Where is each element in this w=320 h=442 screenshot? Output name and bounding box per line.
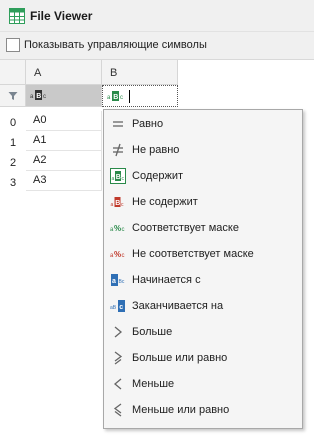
svg-text:aB: aB [110,305,117,311]
svg-text:c: c [120,95,123,101]
table-cell[interactable]: A0 [26,111,102,131]
cell-value: A3 [33,174,47,186]
column-header-label: A [34,67,42,79]
greater-or-equal-icon [110,350,126,366]
svg-text:%: % [114,250,121,259]
svg-text:B: B [36,93,41,100]
svg-text:a: a [111,202,114,208]
svg-text:Bc: Bc [119,279,125,285]
toolbar: Показывать управляющие символы [0,32,314,60]
contains-condition-icon[interactable]: a B c [30,90,48,103]
menu-item-not-like[interactable]: a% c Не соответствует маске [104,241,302,267]
filter-condition-menu: Равно Не равно aBc Содержит aBc Не содер… [103,109,303,429]
svg-text:a: a [112,176,115,182]
contains-icon: aBc [110,168,126,184]
less-icon [110,376,126,392]
show-control-chars-checkbox[interactable] [6,38,20,52]
svg-text:B: B [113,94,118,101]
svg-text:c: c [119,304,123,311]
menu-item-label: Меньше [132,378,175,390]
menu-item-equals[interactable]: Равно [104,111,302,137]
cell-value: A1 [33,134,47,146]
title-bar: File Viewer [0,0,314,32]
menu-item-greater[interactable]: Больше [104,319,302,345]
begins-with-icon: a Bc [110,272,126,288]
svg-text:a: a [30,94,34,100]
menu-item-greater-or-equal[interactable]: Больше или равно [104,345,302,371]
menu-item-ends-with[interactable]: aB c Заканчивается на [104,293,302,319]
filter-cell-b[interactable]: a B c [102,85,178,107]
column-header-b[interactable]: B [102,60,178,85]
svg-text:a: a [112,278,116,285]
svg-text:a: a [107,95,111,101]
contains-condition-icon[interactable]: a B c [107,91,125,104]
menu-item-not-contains[interactable]: aBc Не содержит [104,189,302,215]
like-icon: a% c [110,220,126,236]
menu-item-label: Содержит [132,170,184,182]
row-number: 2 [10,157,17,169]
column-header-a[interactable]: A [26,60,102,85]
filter-row-header [0,85,26,107]
menu-item-label: Больше или равно [132,352,228,364]
cell-value: A2 [33,154,47,166]
funnel-icon [8,92,18,100]
menu-item-label: Не соответствует маске [132,248,254,260]
menu-item-label: Равно [132,118,164,130]
equals-icon [110,116,126,132]
table-cell[interactable]: A3 [26,171,102,191]
menu-item-label: Больше [132,326,173,338]
window-title: File Viewer [30,9,93,23]
table-app-icon [9,8,25,24]
table-cell[interactable]: A2 [26,151,102,171]
greater-icon [110,324,126,340]
menu-item-not-equal[interactable]: Не равно [104,137,302,163]
svg-text:B: B [116,174,121,181]
menu-item-less[interactable]: Меньше [104,371,302,397]
table-cell[interactable]: A1 [26,131,102,151]
menu-item-label: Заканчивается на [132,300,224,312]
row-number: 0 [10,117,17,129]
svg-text:%: % [114,224,121,233]
svg-text:c: c [122,253,125,259]
column-header-label: B [110,67,118,79]
row-number-header[interactable] [0,60,26,85]
svg-text:B: B [115,200,120,207]
menu-item-label: Начинается с [132,274,201,286]
svg-text:c: c [122,227,125,233]
menu-item-like[interactable]: a% c Соответствует маске [104,215,302,241]
row-number: 3 [10,177,17,189]
menu-item-begins-with[interactable]: a Bc Начинается с [104,267,302,293]
row-number: 1 [10,137,17,149]
menu-item-label: Меньше или равно [132,404,230,416]
not-contains-icon: aBc [110,194,126,210]
less-or-equal-icon [110,402,126,418]
svg-text:c: c [121,202,124,208]
menu-item-label: Не равно [132,144,180,156]
menu-item-contains[interactable]: aBc Содержит [104,163,302,189]
text-caret [129,90,130,103]
not-like-icon: a% c [110,246,126,262]
menu-item-less-or-equal[interactable]: Меньше или равно [104,397,302,423]
menu-item-label: Не содержит [132,196,198,208]
svg-text:c: c [43,94,46,100]
not-equal-icon [110,142,126,158]
filter-row: a B c a B c [0,85,178,107]
menu-item-label: Соответствует маске [132,222,239,234]
filter-cell-a[interactable]: a B c [26,85,102,107]
show-control-chars-label[interactable]: Показывать управляющие символы [24,39,207,51]
ends-with-icon: aB c [110,298,126,314]
cell-value: A0 [33,114,47,126]
